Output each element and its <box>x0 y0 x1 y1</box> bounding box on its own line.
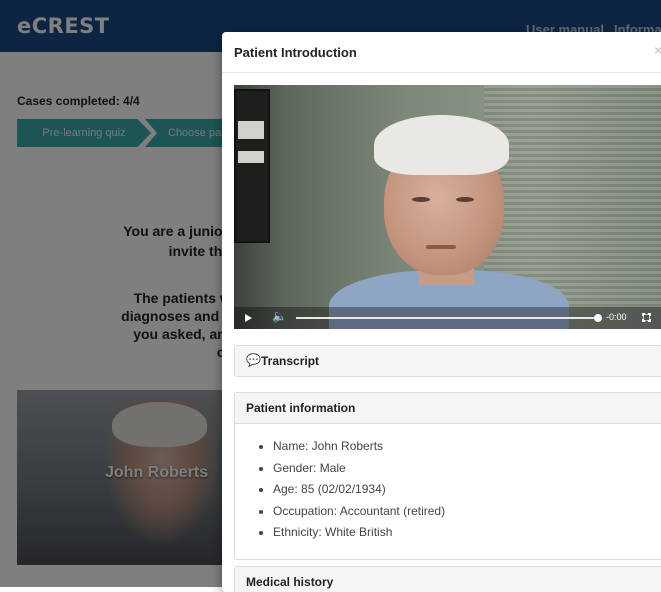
notice-board <box>234 89 270 243</box>
video-player[interactable]: 🔈 -0:00 <box>234 85 661 329</box>
list-item: Ethnicity: White British <box>259 522 661 544</box>
video-controls: 🔈 -0:00 <box>234 307 661 329</box>
transcript-header[interactable]: 💬 Transcript <box>235 346 661 376</box>
patient-eye <box>456 197 474 202</box>
volume-icon[interactable]: 🔈 <box>272 309 287 323</box>
medical-history-header[interactable]: Medical history <box>235 567 661 592</box>
patient-information-list: Name: John Roberts Gender: Male Age: 85 … <box>235 424 661 544</box>
patient-mouth <box>426 245 456 249</box>
list-item: Age: 85 (02/02/1934) <box>259 479 661 501</box>
board-paper <box>238 151 264 163</box>
progress-knob[interactable] <box>594 314 602 322</box>
patient-introduction-modal: Patient Introduction × 🔈 -0:00 💬 Transcr… <box>222 32 661 592</box>
list-item: Gender: Male <box>259 458 661 480</box>
video-time: -0:00 <box>606 312 627 322</box>
transcript-panel[interactable]: 💬 Transcript <box>234 345 661 377</box>
video-progress-bar[interactable] <box>296 314 602 322</box>
list-item: Name: John Roberts <box>259 436 661 458</box>
board-paper <box>238 121 264 139</box>
patient-information-header: Patient information <box>235 393 661 424</box>
fullscreen-icon[interactable] <box>642 313 651 322</box>
modal-title: Patient Introduction <box>234 45 357 60</box>
patient-eye <box>412 197 430 202</box>
window-blinds <box>484 85 661 305</box>
close-icon[interactable]: × <box>654 42 661 58</box>
patient-information-panel: Patient information Name: John Roberts G… <box>234 392 661 560</box>
comment-icon: 💬 <box>246 353 261 367</box>
list-item: Occupation: Accountant (retired) <box>259 501 661 523</box>
modal-header: Patient Introduction × <box>222 32 661 73</box>
play-icon[interactable] <box>245 314 252 322</box>
medical-history-panel[interactable]: Medical history <box>234 566 661 592</box>
patient-hair <box>374 115 509 175</box>
patient-information-heading: Patient information <box>246 401 356 415</box>
transcript-label: Transcript <box>261 354 320 368</box>
